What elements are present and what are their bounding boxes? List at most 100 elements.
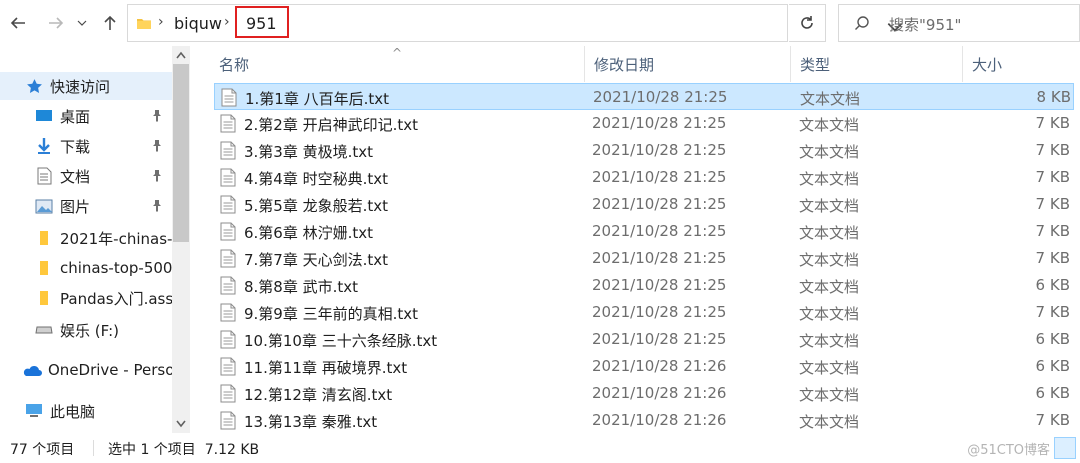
file-row[interactable]: 11.第11章 再破境界.txt 2021/10/28 21:26 文本文档 6 KB [214,353,1074,380]
file-size: 7 KB [1035,195,1070,213]
sidebar-item-quick-access[interactable]: 快速访问 [0,72,172,100]
file-row[interactable]: 6.第6章 林泞姗.txt 2021/10/28 21:25 文本文档 7 KB [214,218,1074,245]
arrow-right-icon [49,17,64,29]
pin-icon[interactable] [150,169,164,183]
forward-button[interactable] [44,11,68,35]
breadcrumb-separator-icon[interactable]: › [158,14,164,30]
sidebar-item-folder-pandas[interactable]: Pandas入门.ass [0,284,172,312]
desktop-icon [34,106,54,126]
scroll-down-icon[interactable] [172,415,190,433]
file-name: 3.第3章 黄极境.txt [244,143,374,161]
file-name: 9.第9章 三年前的真相.txt [244,305,419,323]
file-row[interactable]: 4.第4章 时空秘典.txt 2021/10/28 21:25 文本文档 7 KB [214,164,1074,191]
file-type: 文本文档 [799,197,860,215]
breadcrumb-951[interactable]: 951 [246,14,277,33]
back-button[interactable] [6,11,30,35]
file-modified-date: 2021/10/28 21:25 [592,276,727,294]
file-row[interactable]: 5.第5章 龙象般若.txt 2021/10/28 21:25 文本文档 7 KB [214,191,1074,218]
column-divider[interactable] [962,46,963,82]
file-size: 7 KB [1035,168,1070,186]
sidebar-item-folder-2021[interactable]: 2021年-chinas- [0,224,172,252]
recent-locations-button[interactable] [72,11,92,35]
file-modified-date: 2021/10/28 21:25 [592,249,727,267]
sidebar-item-drive-f[interactable]: 娱乐 (F:) [0,316,172,344]
file-row[interactable]: 13.第13章 秦雅.txt 2021/10/28 21:26 文本文档 7 KB [214,407,1074,434]
file-row[interactable]: 1.第1章 八百年后.txt 2021/10/28 21:25 文本文档 8 KB [214,83,1074,110]
file-row[interactable]: 2.第2章 开启神武印记.txt 2021/10/28 21:25 文本文档 7 KB [214,110,1074,137]
sidebar-scrollbar[interactable] [172,46,190,433]
pin-icon[interactable] [150,199,164,213]
pin-icon[interactable] [150,139,164,153]
sidebar-item-onedrive[interactable]: OneDrive - Perso [0,356,172,384]
sidebar-item-label: chinas-top-500 [60,259,172,277]
drive-icon [34,320,54,340]
file-size: 8 KB [1036,88,1071,106]
pin-icon[interactable] [150,109,164,123]
sidebar-item-folder-chinas-top-500[interactable]: chinas-top-500 [0,254,172,282]
column-header-size[interactable]: 大小 [972,46,1002,82]
column-header-date[interactable]: 修改日期 [594,46,654,82]
text-file-icon [220,411,236,430]
sidebar-item-documents[interactable]: 文档 [0,162,172,190]
column-divider[interactable] [584,46,585,82]
sidebar-item-label: Pandas入门.ass [60,289,172,308]
file-size: 7 KB [1035,141,1070,159]
file-size: 6 KB [1035,384,1070,402]
sidebar-item-label: 此电脑 [50,402,96,421]
search-box[interactable]: 搜索"951" [838,4,1080,42]
file-type: 文本文档 [799,359,860,377]
scroll-up-icon[interactable] [172,46,190,64]
text-file-icon [220,330,236,349]
file-modified-date: 2021/10/28 21:25 [592,303,727,321]
scrollbar-thumb[interactable] [173,64,189,242]
text-file-icon [220,114,236,133]
arrow-up-icon [104,15,116,30]
watermark-text: @51CTO博客 [967,443,1050,458]
text-file-icon [220,276,236,295]
breadcrumb-biquw[interactable]: biquw [174,14,222,33]
breadcrumb-separator-icon[interactable]: › [224,14,230,30]
file-row[interactable]: 3.第3章 黄极境.txt 2021/10/28 21:25 文本文档 7 KB [214,137,1074,164]
file-modified-date: 2021/10/28 21:26 [592,411,727,429]
sidebar-item-label: 2021年-chinas- [60,229,172,248]
text-file-icon [220,303,236,322]
file-type: 文本文档 [800,90,861,108]
file-type: 文本文档 [799,143,860,161]
address-bar[interactable]: › biquw › 951 [127,4,903,42]
sidebar-item-desktop[interactable]: 桌面 [0,102,172,130]
sidebar-item-this-pc[interactable]: 此电脑 [0,397,172,425]
file-list: ^ 名称 修改日期 类型 大小 1.第1章 八百年后.txt 2021/10/28… [194,46,1080,433]
file-row[interactable]: 12.第12章 清玄阁.txt 2021/10/28 21:26 文本文档 6 KB [214,380,1074,407]
file-type: 文本文档 [799,224,860,242]
file-name: 13.第13章 秦雅.txt [244,413,378,431]
folder-icon [137,19,151,29]
column-divider[interactable] [790,46,791,82]
selection-info: 选中 1 个项目 7.12 KB [108,442,260,458]
text-file-icon [220,249,236,268]
details-view-button[interactable] [1054,437,1076,459]
refresh-button[interactable] [789,4,826,42]
sidebar-item-pictures[interactable]: 图片 [0,192,172,220]
file-size: 7 KB [1035,114,1070,132]
file-modified-date: 2021/10/28 21:25 [592,114,727,132]
column-header-type[interactable]: 类型 [800,46,830,82]
file-modified-date: 2021/10/28 21:25 [592,222,727,240]
file-row[interactable]: 10.第10章 三十六条经脉.txt 2021/10/28 21:25 文本文档 6 … [214,326,1074,353]
file-type: 文本文档 [799,332,860,350]
file-row[interactable]: 8.第8章 武市.txt 2021/10/28 21:25 文本文档 6 KB [214,272,1074,299]
file-name: 1.第1章 八百年后.txt [245,90,390,108]
sidebar-item-label: 图片 [60,197,91,216]
file-row[interactable]: 9.第9章 三年前的真相.txt 2021/10/28 21:25 文本文档 7 KB [214,299,1074,326]
file-name: 7.第7章 天心剑法.txt [244,251,389,269]
file-name: 8.第8章 武市.txt [244,278,359,296]
file-size: 6 KB [1035,276,1070,294]
file-row[interactable]: 7.第7章 天心剑法.txt 2021/10/28 21:25 文本文档 7 KB [214,245,1074,272]
column-header-name[interactable]: 名称 [219,46,249,82]
sidebar-item-downloads[interactable]: 下载 [0,132,172,160]
document-icon [34,166,54,186]
address-toolbar: › biquw › 951 搜索"951" [0,0,1080,46]
item-count: 77 个项目 [10,442,75,458]
folder-icon [34,228,54,248]
up-button[interactable] [98,11,122,35]
status-divider [93,440,94,456]
